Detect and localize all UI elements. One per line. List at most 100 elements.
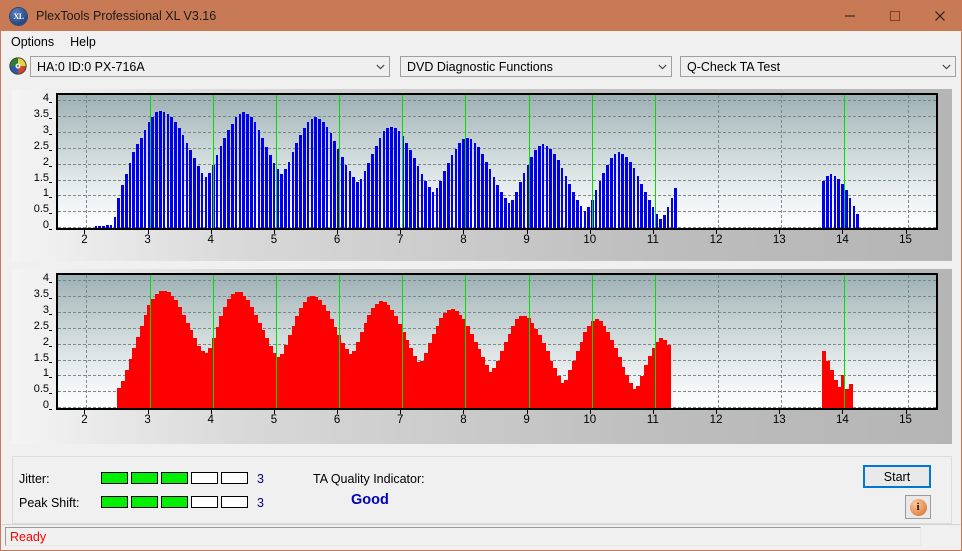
track-marker-line <box>528 275 530 408</box>
bar <box>200 172 204 228</box>
bar <box>473 142 477 228</box>
bar <box>291 152 295 228</box>
x-axis-label: 6 <box>333 414 341 426</box>
bar <box>246 114 249 228</box>
bar <box>151 117 155 228</box>
track-marker-line <box>591 95 593 228</box>
x-axis-tick <box>905 230 907 234</box>
bar <box>644 191 647 228</box>
drive-select[interactable]: HA:0 ID:0 PX-716A <box>30 56 390 77</box>
bar <box>113 216 117 228</box>
x-axis-label: 8 <box>460 234 467 246</box>
test-select[interactable]: Q-Check TA Test <box>680 56 956 77</box>
bar <box>443 171 446 228</box>
bar <box>329 133 333 228</box>
bar <box>204 177 208 228</box>
close-icon[interactable] <box>917 1 961 30</box>
y-axis-tick <box>49 361 52 363</box>
bar <box>856 213 859 228</box>
bar <box>340 156 344 228</box>
bar <box>367 163 371 228</box>
gridline-vertical <box>781 95 783 228</box>
bar <box>314 117 317 228</box>
function-select[interactable]: DVD Diagnostic Functions <box>400 56 672 77</box>
bar <box>848 384 853 408</box>
jitter-segment <box>191 472 218 484</box>
jitter-y-axis: 0 0.5 1 1.5 2 2.5 3 3.5 4 <box>12 92 52 231</box>
x-axis-label: 5 <box>270 414 278 426</box>
info-button[interactable]: i <box>905 495 931 519</box>
y-axis-tick <box>49 329 52 331</box>
bar <box>613 153 617 228</box>
x-axis-tick <box>147 410 149 414</box>
bar <box>321 121 325 228</box>
bar <box>496 185 499 228</box>
bar <box>632 167 636 228</box>
bar <box>545 145 549 228</box>
x-axis-label: 13 <box>772 414 786 426</box>
bar <box>416 166 420 228</box>
x-axis-tick <box>526 410 528 414</box>
x-axis-tick <box>652 230 654 234</box>
bar <box>124 174 128 228</box>
menu-item-help[interactable]: Help <box>63 33 103 51</box>
bar <box>583 210 587 228</box>
x-axis-label: 3 <box>144 414 151 426</box>
bar <box>136 144 139 228</box>
bar <box>371 153 374 228</box>
bar <box>193 158 196 228</box>
jitter-value: 3 <box>257 472 264 486</box>
bar <box>219 145 223 228</box>
bar <box>564 175 568 228</box>
ta-quality-value: Good <box>351 492 389 508</box>
plextools-window: XL PlexTools Professional XL V3.16 Optio… <box>0 0 962 551</box>
x-axis-tick <box>589 230 591 234</box>
y-axis-tick <box>49 213 52 215</box>
x-axis-tick <box>210 230 212 234</box>
toolbar: HA:0 ID:0 PX-716A DVD Diagnostic Functio… <box>2 52 961 82</box>
bar <box>424 180 427 228</box>
bar <box>306 121 310 228</box>
track-marker-line <box>149 95 151 228</box>
x-axis-tick <box>779 230 781 234</box>
jitter-segment <box>221 472 248 484</box>
bar <box>549 148 552 228</box>
bar <box>390 126 393 228</box>
bar <box>196 166 200 228</box>
x-axis-label: 15 <box>899 414 912 426</box>
bar <box>409 150 412 228</box>
bar <box>826 175 829 228</box>
bar <box>378 137 382 228</box>
bar <box>469 139 473 228</box>
y-axis-tick <box>49 282 52 284</box>
bar <box>492 177 496 228</box>
bar <box>651 207 655 228</box>
bar <box>208 172 211 228</box>
bar <box>594 190 598 228</box>
track-marker-line <box>844 275 846 408</box>
x-axis-label: 14 <box>836 234 849 246</box>
bar <box>215 155 219 228</box>
maximize-icon[interactable] <box>872 1 917 30</box>
bar <box>541 144 545 228</box>
app-icon: XL <box>10 7 27 25</box>
menu-item-options[interactable]: Options <box>4 33 61 51</box>
x-axis-label: 13 <box>772 234 786 246</box>
bar <box>447 163 450 228</box>
bar <box>837 178 841 228</box>
track-marker-line <box>275 95 277 228</box>
x-axis-label: 12 <box>709 234 723 246</box>
minimize-icon[interactable] <box>827 1 872 30</box>
start-button[interactable]: Start <box>863 465 931 488</box>
bar <box>606 164 609 228</box>
x-axis-tick <box>337 410 339 414</box>
bar <box>829 174 833 228</box>
peak-shift-label: Peak Shift: <box>19 496 80 510</box>
bar <box>568 183 571 228</box>
peak-shift-segment <box>101 496 128 508</box>
bar <box>344 164 348 228</box>
gridline-vertical <box>781 275 783 408</box>
peak-shift-segment <box>221 496 248 508</box>
bar <box>610 158 613 228</box>
track-marker-line <box>591 275 593 408</box>
